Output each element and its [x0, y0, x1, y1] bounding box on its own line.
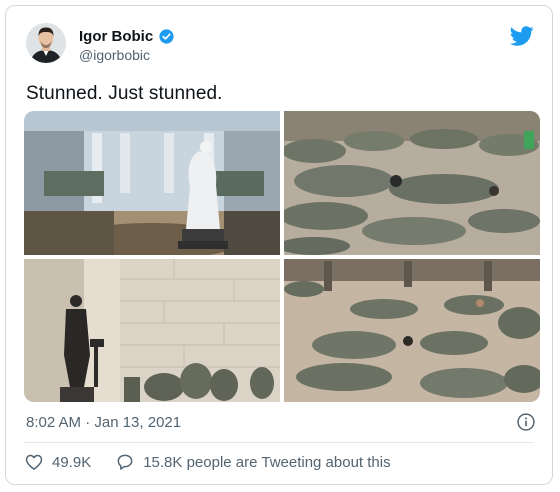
author-row[interactable]: Igor Bobic: [79, 28, 175, 45]
photo-soldiers-hall[interactable]: [284, 259, 540, 402]
reply-action[interactable]: 15.8K people are Tweeting about this: [115, 452, 391, 472]
author-name[interactable]: Igor Bobic: [79, 28, 153, 45]
tweeting-about-text[interactable]: 15.8K people are Tweeting about this: [143, 454, 390, 471]
tweet-timestamp[interactable]: 8:02 AM · Jan 13, 2021: [26, 414, 181, 431]
tweet-actions: 49.9K 15.8K people are Tweeting about th…: [24, 452, 391, 472]
photo-statue-soldiers[interactable]: [24, 259, 280, 402]
heart-icon[interactable]: [24, 452, 44, 472]
photo-soldiers-floor[interactable]: [284, 111, 540, 255]
avatar-image: [26, 23, 66, 63]
info-icon[interactable]: [516, 412, 536, 432]
avatar[interactable]: [26, 23, 66, 63]
tweet-card[interactable]: Igor Bobic @igorbobic Stunned. Just stun…: [5, 5, 553, 485]
tweet-text: Stunned. Just stunned.: [26, 83, 223, 104]
like-action[interactable]: 49.9K: [24, 452, 91, 472]
photo-rotunda-statue[interactable]: [24, 111, 280, 255]
media-grid[interactable]: [24, 111, 540, 402]
author-handle[interactable]: @igorbobic: [79, 47, 150, 63]
like-count: 49.9K: [52, 453, 92, 471]
speech-bubble-icon[interactable]: [115, 452, 135, 472]
verified-badge-icon: [159, 29, 174, 44]
twitter-bird-icon[interactable]: [510, 24, 534, 48]
divider: [24, 442, 534, 443]
